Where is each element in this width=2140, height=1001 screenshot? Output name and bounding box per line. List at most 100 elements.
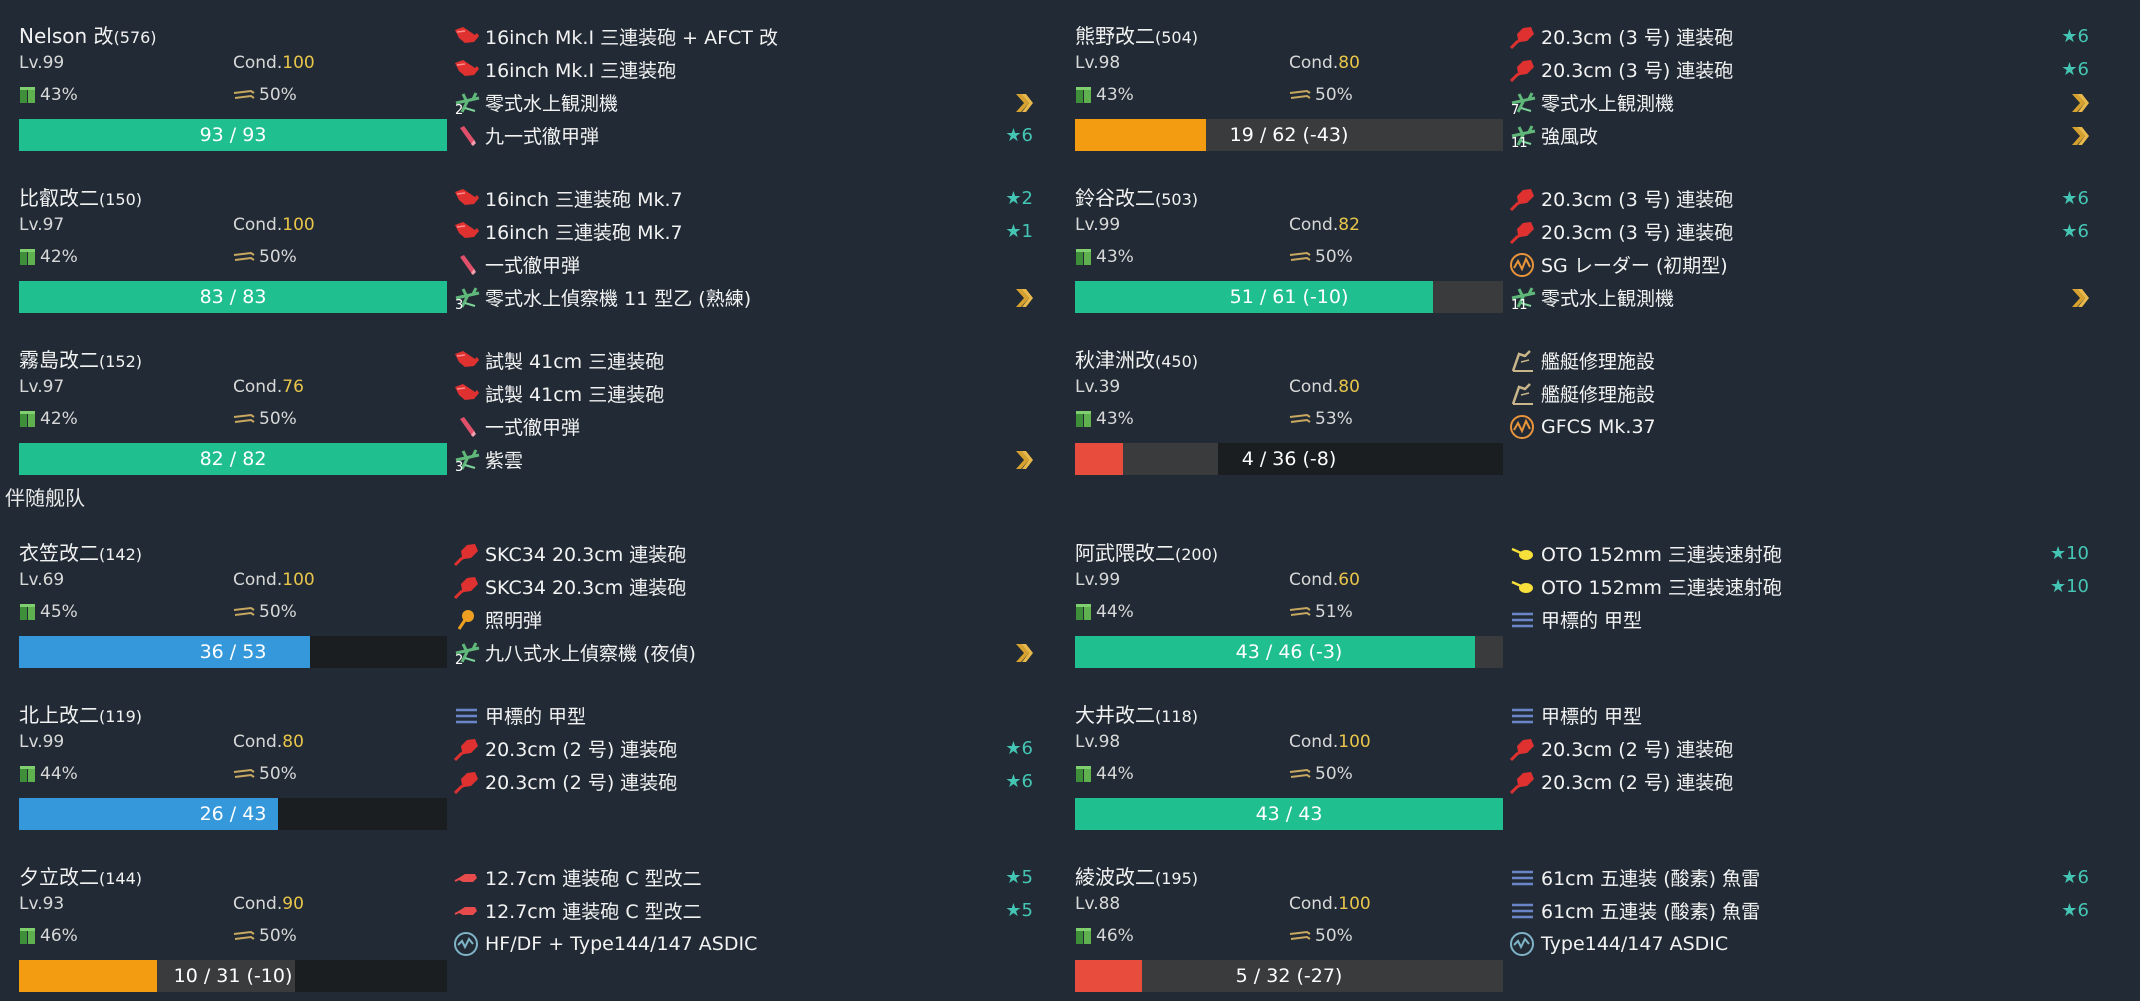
ship-card[interactable]: 秋津洲改(450) Lv.39 Cond.80 43% 53% 4 / 36 (… <box>1056 334 2106 484</box>
ship-card[interactable]: 衣笠改二(142) Lv.69 Cond.100 45% 50% 36 / 53… <box>0 527 1050 677</box>
hp-bar: 19 / 62 (-43) <box>1075 119 1503 151</box>
aircraft-count: 2 <box>455 102 464 118</box>
equipment-slot[interactable]: 3 零式水上偵察機 11 型乙 (熟練) <box>453 281 1033 314</box>
fuel-status: 44% <box>19 764 78 784</box>
ammo-status: 50% <box>233 602 297 622</box>
equipment-name: HF/DF + Type144/147 ASDIC <box>485 932 758 955</box>
equipment-slot[interactable]: 20.3cm (2 号) 連装砲 <box>1509 765 2089 798</box>
equipment-slot[interactable]: 艦艇修理施設 <box>1509 377 2089 410</box>
ship-id: (200) <box>1175 545 1219 564</box>
hp-bar: 10 / 31 (-10) <box>19 960 447 992</box>
hp-bar: 26 / 43 <box>19 798 447 830</box>
equipment-slot[interactable]: 11 零式水上観測機 <box>1509 281 2089 314</box>
equipment-slot[interactable]: 11 強風改 <box>1509 119 2089 152</box>
ship-name: 比叡改二(150) <box>19 186 143 210</box>
proficiency-chevron-icon <box>2069 92 2089 114</box>
equipment-name: GFCS Mk.37 <box>1541 415 1656 438</box>
equipment-slot[interactable]: 一式徹甲弾 <box>453 248 1033 281</box>
equipment-slot[interactable]: 甲標的 甲型 <box>453 699 1033 732</box>
equipment-slot[interactable]: 16inch Mk.I 三連装砲 + AFCT 改 <box>453 20 1033 53</box>
midget-sub-icon <box>453 703 481 729</box>
fuel-icon <box>1075 248 1093 266</box>
secondary-gun-icon <box>1509 574 1537 600</box>
equipment-slot[interactable]: 20.3cm (3 号) 連装砲 ★6 <box>1509 182 2089 215</box>
seaplane-icon: 7 <box>1509 90 1537 118</box>
hp-bar: 82 / 82 <box>19 443 447 475</box>
mid-gun-icon <box>453 736 481 762</box>
equipment-slot[interactable]: 2 零式水上観測機 <box>453 86 1033 119</box>
equipment-slot[interactable]: 20.3cm (3 号) 連装砲 ★6 <box>1509 20 2089 53</box>
equipment-slot[interactable]: 16inch Mk.I 三連装砲 <box>453 53 1033 86</box>
proficiency-chevron-icon <box>1013 287 1033 309</box>
equipment-slot[interactable]: Type144/147 ASDIC <box>1509 927 2089 960</box>
equipment-slot[interactable]: 一式徹甲弾 <box>453 410 1033 443</box>
ammo-status: 50% <box>1289 247 1353 267</box>
ship-card[interactable]: 大井改二(118) Lv.98 Cond.100 44% 50% 43 / 43… <box>1056 689 2106 839</box>
equipment-slot[interactable]: 20.3cm (3 号) 連装砲 ★6 <box>1509 53 2089 86</box>
fuel-icon <box>19 248 37 266</box>
equipment-name: 零式水上観測機 <box>1541 93 1675 115</box>
equipment-slot[interactable]: 試製 41cm 三連装砲 <box>453 377 1033 410</box>
equipment-slot[interactable]: 12.7cm 連装砲 C 型改二 ★5 <box>453 861 1033 894</box>
equipment-slot[interactable]: GFCS Mk.37 <box>1509 410 2089 443</box>
ship-card[interactable]: 阿武隈改二(200) Lv.99 Cond.60 44% 51% 43 / 46… <box>1056 527 2106 677</box>
hp-bar: 4 / 36 (-8) <box>1075 443 1503 475</box>
equipment-slot[interactable]: 2 九八式水上偵察機 (夜偵) <box>453 636 1033 669</box>
equipment-name: OTO 152mm 三連装速射砲 <box>1541 544 1782 566</box>
equipment-slot[interactable]: OTO 152mm 三連装速射砲 ★10 <box>1509 537 2089 570</box>
ship-card[interactable]: 霧島改二(152) Lv.97 Cond.76 42% 50% 82 / 82 … <box>0 334 1050 484</box>
equipment-slot[interactable]: 61cm 五連装 (酸素) 魚雷 ★6 <box>1509 861 2089 894</box>
ship-condition: Cond.60 <box>1289 570 1360 590</box>
fuel-status: 46% <box>1075 926 1134 946</box>
equipment-name: 20.3cm (2 号) 連装砲 <box>1541 739 1734 761</box>
equipment-slot[interactable]: 12.7cm 連装砲 C 型改二 ★5 <box>453 894 1033 927</box>
equipment-slot[interactable]: SKC34 20.3cm 連装砲 <box>453 537 1033 570</box>
torpedo-icon <box>1509 898 1537 924</box>
equipment-slot[interactable]: OTO 152mm 三連装速射砲 ★10 <box>1509 570 2089 603</box>
equipment-slot[interactable]: 艦艇修理施設 <box>1509 344 2089 377</box>
equipment-name: Type144/147 ASDIC <box>1541 932 1729 955</box>
equipment-slot[interactable]: 九一式徹甲弾 ★6 <box>453 119 1033 152</box>
ship-condition: Cond.100 <box>233 53 315 73</box>
equipment-name: 61cm 五連装 (酸素) 魚雷 <box>1541 868 1761 890</box>
aircraft-count: 7 <box>1511 102 1520 118</box>
equipment-name: 紫雲 <box>485 450 524 472</box>
ap-shell-icon <box>453 123 481 149</box>
proficiency-chevron-icon <box>2069 125 2089 147</box>
equipment-name: 16inch 三連装砲 Mk.7 <box>485 222 683 244</box>
ship-card[interactable]: 夕立改二(144) Lv.93 Cond.90 46% 50% 10 / 31 … <box>0 851 1050 1001</box>
equipment-slot[interactable]: 7 零式水上観測機 <box>1509 86 2089 119</box>
fuel-icon <box>19 765 37 783</box>
equipment-name: OTO 152mm 三連装速射砲 <box>1541 577 1782 599</box>
fuel-icon <box>19 927 37 945</box>
equipment-slot[interactable]: 20.3cm (2 号) 連装砲 ★6 <box>453 765 1033 798</box>
hp-text: 83 / 83 <box>199 286 267 308</box>
equipment-slot[interactable]: SG レーダー (初期型) <box>1509 248 2089 281</box>
equipment-slot[interactable]: 20.3cm (2 号) 連装砲 ★6 <box>453 732 1033 765</box>
ship-card[interactable]: Nelson 改(576) Lv.99 Cond.100 43% 50% 93 … <box>0 10 1050 160</box>
ship-id: (576) <box>113 28 157 47</box>
ship-card[interactable]: 北上改二(119) Lv.99 Cond.80 44% 50% 26 / 43 … <box>0 689 1050 839</box>
equipment-slot[interactable]: 20.3cm (3 号) 連装砲 ★6 <box>1509 215 2089 248</box>
equipment-slot[interactable]: 照明弾 <box>453 603 1033 636</box>
equipment-slot[interactable]: 16inch 三連装砲 Mk.7 ★1 <box>453 215 1033 248</box>
equipment-slot[interactable]: 試製 41cm 三連装砲 <box>453 344 1033 377</box>
equipment-slot[interactable]: 甲標的 甲型 <box>1509 699 2089 732</box>
equipment-slot[interactable]: 16inch 三連装砲 Mk.7 ★2 <box>453 182 1033 215</box>
equipment-slot[interactable]: HF/DF + Type144/147 ASDIC <box>453 927 1033 960</box>
ship-card[interactable]: 綾波改二(195) Lv.88 Cond.100 46% 50% 5 / 32 … <box>1056 851 2106 1001</box>
equipment-list: 12.7cm 連装砲 C 型改二 ★5 12.7cm 連装砲 C 型改二 ★5 HF/D… <box>453 861 1033 960</box>
ship-card[interactable]: 比叡改二(150) Lv.97 Cond.100 42% 50% 83 / 83… <box>0 172 1050 322</box>
ship-card[interactable]: 鈴谷改二(503) Lv.99 Cond.82 43% 50% 51 / 61 … <box>1056 172 2106 322</box>
ship-condition: Cond.100 <box>1289 894 1371 914</box>
equipment-name: 一式徹甲弾 <box>485 255 581 277</box>
equipment-slot[interactable]: 20.3cm (2 号) 連装砲 <box>1509 732 2089 765</box>
ship-card[interactable]: 熊野改二(504) Lv.98 Cond.80 43% 50% 19 / 62 … <box>1056 10 2106 160</box>
equipment-slot[interactable]: SKC34 20.3cm 連装砲 <box>453 570 1033 603</box>
equipment-name: 甲標的 甲型 <box>1541 706 1643 728</box>
equipment-slot[interactable]: 3 紫雲 <box>453 443 1033 476</box>
equipment-slot[interactable]: 甲標的 甲型 <box>1509 603 2089 636</box>
hp-bar: 83 / 83 <box>19 281 447 313</box>
ship-level: Lv.39 <box>1075 377 1121 397</box>
equipment-slot[interactable]: 61cm 五連装 (酸素) 魚雷 ★6 <box>1509 894 2089 927</box>
